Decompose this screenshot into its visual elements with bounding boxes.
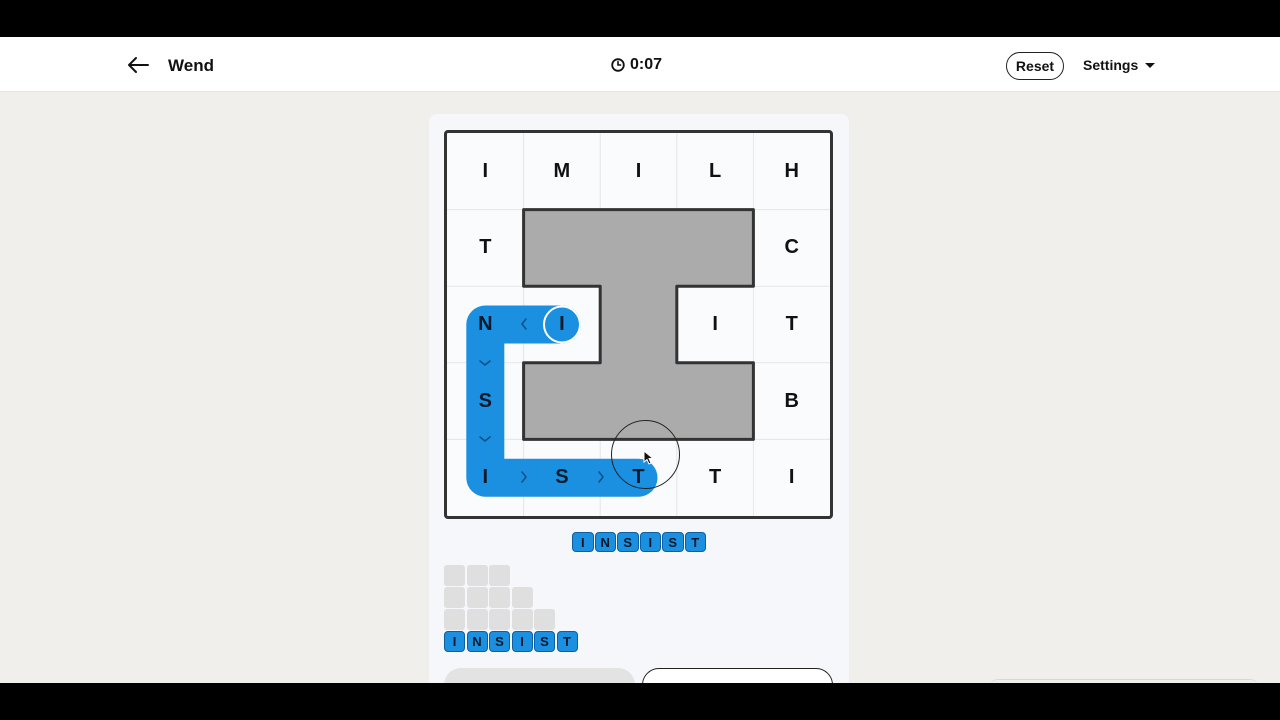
completed-letter-tile: I xyxy=(444,631,465,652)
placeholder-tile xyxy=(489,587,510,608)
placeholder-tile xyxy=(489,609,510,630)
mouse-pointer-icon xyxy=(643,450,655,465)
placeholder-tile xyxy=(466,565,488,586)
grid-cell[interactable]: C xyxy=(753,210,830,287)
grid-cell[interactable]: T xyxy=(600,439,677,516)
grid-cell[interactable]: I xyxy=(753,439,830,516)
grid-cell[interactable]: I xyxy=(600,133,677,210)
completed-letter-tile: T xyxy=(556,631,578,652)
grid-cell[interactable]: I xyxy=(677,286,754,363)
grid-cell[interactable]: T xyxy=(677,439,754,516)
grid-cell[interactable]: S xyxy=(447,363,524,440)
completed-letter-tile: S xyxy=(489,631,510,652)
placeholder-row xyxy=(444,609,578,630)
placeholder-row xyxy=(444,587,578,608)
video-letterbox-bottom xyxy=(0,683,1280,720)
placeholder-tile xyxy=(466,609,488,630)
completed-word-row: INSIST xyxy=(444,631,578,652)
word-letter-tile: I xyxy=(572,532,594,552)
word-letter-tile: S xyxy=(662,532,684,552)
grid-cell[interactable]: T xyxy=(447,210,524,287)
hint-button[interactable]: Hint xyxy=(642,668,833,683)
game-app: Wend 0:07 Reset Settings I M I L H T C N… xyxy=(0,37,1280,683)
placeholder-tile xyxy=(444,609,465,630)
grid-cell[interactable]: I xyxy=(447,133,524,210)
clock-icon xyxy=(611,58,625,72)
grid-cell[interactable]: H xyxy=(753,133,830,210)
placeholder-tile xyxy=(534,609,555,630)
placeholder-tile xyxy=(466,587,488,608)
word-letter-tile: S xyxy=(617,532,639,552)
timer: 0:07 xyxy=(611,56,662,74)
word-letter-tile: N xyxy=(594,532,616,552)
current-word: INSIST xyxy=(572,532,706,552)
placeholder-row xyxy=(444,565,578,586)
word-letter-tile: I xyxy=(639,532,661,552)
back-button[interactable] xyxy=(124,53,152,77)
word-letter-tile: T xyxy=(684,532,706,552)
letter-grid: IMILHTCNIITSBISTTI xyxy=(444,130,833,519)
placeholder-tile xyxy=(489,565,510,586)
reset-button[interactable]: Reset xyxy=(1006,52,1064,80)
video-letterbox-top xyxy=(0,0,1280,37)
undo-button[interactable]: Undo xyxy=(444,668,635,683)
game-title: Wend xyxy=(168,56,214,75)
completed-letter-tile: I xyxy=(511,631,533,652)
settings-label: Settings xyxy=(1083,57,1139,73)
caret-down-icon xyxy=(1145,62,1156,68)
completed-letter-tile: N xyxy=(466,631,488,652)
grid-cell[interactable]: I xyxy=(447,439,524,516)
top-bar: Wend 0:07 Reset Settings xyxy=(0,37,1280,92)
timer-value: 0:07 xyxy=(630,56,663,73)
grid-cell[interactable]: S xyxy=(524,439,601,516)
settings-dropdown[interactable]: Settings xyxy=(1083,57,1156,73)
grid-cell[interactable]: M xyxy=(524,133,601,210)
arrow-left-icon xyxy=(128,57,149,73)
grid-cell[interactable]: N xyxy=(447,286,524,363)
completed-letter-tile: S xyxy=(534,631,555,652)
word-progress: INSIST xyxy=(444,565,578,653)
grid-cell[interactable]: L xyxy=(677,133,754,210)
grid-cell[interactable]: T xyxy=(753,286,830,363)
placeholder-tile xyxy=(444,587,465,608)
grid-cell[interactable]: B xyxy=(753,363,830,440)
placeholder-tile xyxy=(444,565,465,586)
placeholder-tile xyxy=(511,587,533,608)
grid-cell[interactable]: I xyxy=(524,286,601,363)
placeholder-tile xyxy=(511,609,533,630)
